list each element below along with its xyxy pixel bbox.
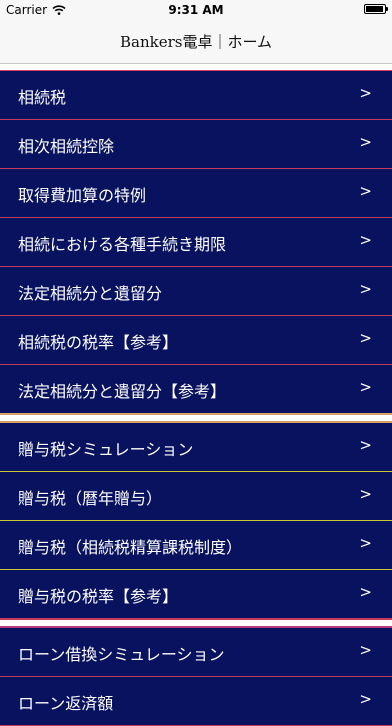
chevron-right-icon: > [359, 641, 372, 659]
menu-item-label: 法定相続分と遺留分 [18, 284, 163, 303]
status-bar: Carrier 9:31 AM [0, 0, 392, 20]
status-time: 9:31 AM [168, 3, 224, 17]
section-divider [0, 64, 392, 71]
page-title: Bankers電卓｜ホーム [119, 33, 272, 51]
chevron-right-icon: > [359, 436, 372, 454]
menu-item-loan-repayment[interactable]: ローン返済額 > [0, 677, 392, 726]
chevron-right-icon: > [359, 280, 372, 298]
menu-item-label: 相次相続控除 [18, 137, 115, 156]
chevron-right-icon: > [359, 534, 372, 552]
menu-item-legal-shares-reference[interactable]: 法定相続分と遺留分【参考】 > [0, 365, 392, 413]
battery-icon [364, 4, 388, 14]
menu-list: 相続税 > 相次相続控除 > 取得費加算の特例 > 相続における各種手続き期限 … [0, 64, 392, 726]
chevron-right-icon: > [359, 378, 372, 396]
menu-item-gift-tax-settlement[interactable]: 贈与税（相続税精算課税制度） > [0, 521, 392, 570]
menu-item-loan-refinance-simulation[interactable]: ローン借換シミュレーション > [0, 628, 392, 677]
chevron-right-icon: > [359, 231, 372, 249]
chevron-right-icon: > [359, 690, 372, 708]
section-divider [0, 618, 392, 628]
menu-item-label: 相続税の税率【参考】 [18, 333, 179, 352]
menu-item-label: 相続における各種手続き期限 [18, 235, 227, 254]
menu-item-legal-shares[interactable]: 法定相続分と遺留分 > [0, 267, 392, 316]
chevron-right-icon: > [359, 485, 372, 503]
menu-item-label: 取得費加算の特例 [18, 186, 147, 205]
menu-item-gift-tax-rates[interactable]: 贈与税の税率【参考】 > [0, 570, 392, 618]
menu-item-label: ローン返済額 [18, 694, 114, 713]
chevron-right-icon: > [359, 329, 372, 347]
chevron-right-icon: > [359, 84, 372, 102]
menu-item-label: 贈与税の税率【参考】 [18, 587, 179, 606]
menu-item-procedure-deadlines[interactable]: 相続における各種手続き期限 > [0, 218, 392, 267]
menu-item-inheritance-tax-rates[interactable]: 相続税の税率【参考】 > [0, 316, 392, 365]
menu-item-label: 贈与税シミュレーション [18, 440, 194, 459]
chevron-right-icon: > [359, 583, 372, 601]
menu-item-label: 贈与税（相続税精算課税制度） [18, 538, 243, 557]
menu-item-successive-inheritance-deduction[interactable]: 相次相続控除 > [0, 120, 392, 169]
navigation-bar: Bankers電卓｜ホーム [0, 20, 392, 64]
menu-item-gift-tax-simulation[interactable]: 贈与税シミュレーション > [0, 423, 392, 472]
chevron-right-icon: > [359, 182, 372, 200]
menu-item-label: 相続税 [18, 88, 67, 107]
menu-item-label: 法定相続分と遺留分【参考】 [18, 382, 227, 401]
menu-item-acquisition-cost-special[interactable]: 取得費加算の特例 > [0, 169, 392, 218]
menu-item-inheritance-tax[interactable]: 相続税 > [0, 71, 392, 120]
chevron-right-icon: > [359, 133, 372, 151]
menu-item-label: 贈与税（暦年贈与） [18, 489, 163, 508]
menu-item-gift-tax-annual[interactable]: 贈与税（暦年贈与） > [0, 472, 392, 521]
menu-item-label: ローン借換シミュレーション [18, 645, 225, 664]
section-divider [0, 413, 392, 423]
